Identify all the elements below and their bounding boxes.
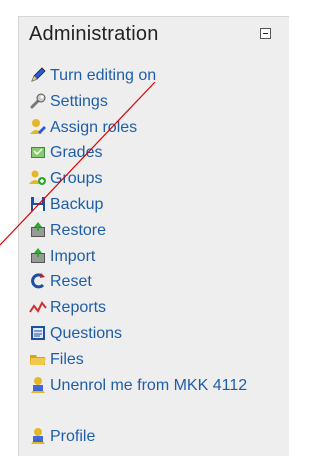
- menu-item-label: Restore: [50, 221, 107, 239]
- menu-item-turn-editing-on[interactable]: Turn editing on: [29, 66, 284, 92]
- menu-item-reports[interactable]: Reports: [29, 298, 284, 324]
- menu-item-label: Questions: [50, 324, 123, 342]
- menu-item-label: Unenrol me from MKK 4112: [50, 376, 248, 394]
- block-title: Administration: [29, 23, 159, 45]
- menu-item-grades[interactable]: Grades: [29, 143, 284, 169]
- reports-icon: [29, 298, 47, 316]
- menu-item-backup[interactable]: Backup: [29, 195, 284, 221]
- menu-item-label: Profile: [50, 428, 96, 446]
- import-icon: [29, 247, 47, 265]
- administration-block: Administration Turn editing on Settings …: [18, 16, 289, 456]
- menu-item-profile[interactable]: Profile: [29, 427, 284, 453]
- menu-item-unenrol[interactable]: Unenrol me from MKK 4112: [29, 376, 284, 428]
- collapse-icon[interactable]: [260, 28, 271, 39]
- menu-item-label: Turn editing on: [50, 67, 157, 84]
- menu-item-label: Grades: [50, 144, 103, 162]
- admin-menu: Turn editing on Settings Assign roles Gr…: [29, 66, 284, 453]
- menu-item-restore[interactable]: Restore: [29, 221, 284, 247]
- menu-item-settings[interactable]: Settings: [29, 92, 284, 118]
- menu-item-label: Backup: [50, 195, 104, 213]
- user-icon: [29, 427, 47, 445]
- menu-item-label: Assign roles: [50, 118, 138, 136]
- restore-icon: [29, 221, 47, 239]
- pencil-icon: [29, 66, 47, 84]
- menu-item-files[interactable]: Files: [29, 350, 284, 376]
- assign-roles-icon: [29, 118, 47, 136]
- reset-icon: [29, 272, 47, 290]
- menu-item-questions[interactable]: Questions: [29, 324, 284, 350]
- block-header: Administration: [19, 17, 289, 57]
- backup-icon: [29, 195, 47, 213]
- menu-item-groups[interactable]: Groups: [29, 169, 284, 195]
- menu-item-label: Groups: [50, 170, 103, 188]
- grades-icon: [29, 143, 47, 161]
- menu-item-label: Reset: [50, 273, 92, 291]
- user-icon: [29, 376, 47, 394]
- menu-item-label: Reports: [50, 299, 107, 317]
- folder-icon: [29, 350, 47, 368]
- menu-item-label: Import: [50, 247, 96, 265]
- menu-item-import[interactable]: Import: [29, 247, 284, 273]
- wrench-icon: [29, 92, 47, 110]
- menu-item-label: Files: [50, 350, 84, 368]
- questions-icon: [29, 324, 47, 342]
- menu-item-assign-roles[interactable]: Assign roles: [29, 118, 284, 144]
- groups-icon: [29, 169, 47, 187]
- menu-item-reset[interactable]: Reset: [29, 272, 284, 298]
- menu-item-label: Settings: [50, 92, 108, 110]
